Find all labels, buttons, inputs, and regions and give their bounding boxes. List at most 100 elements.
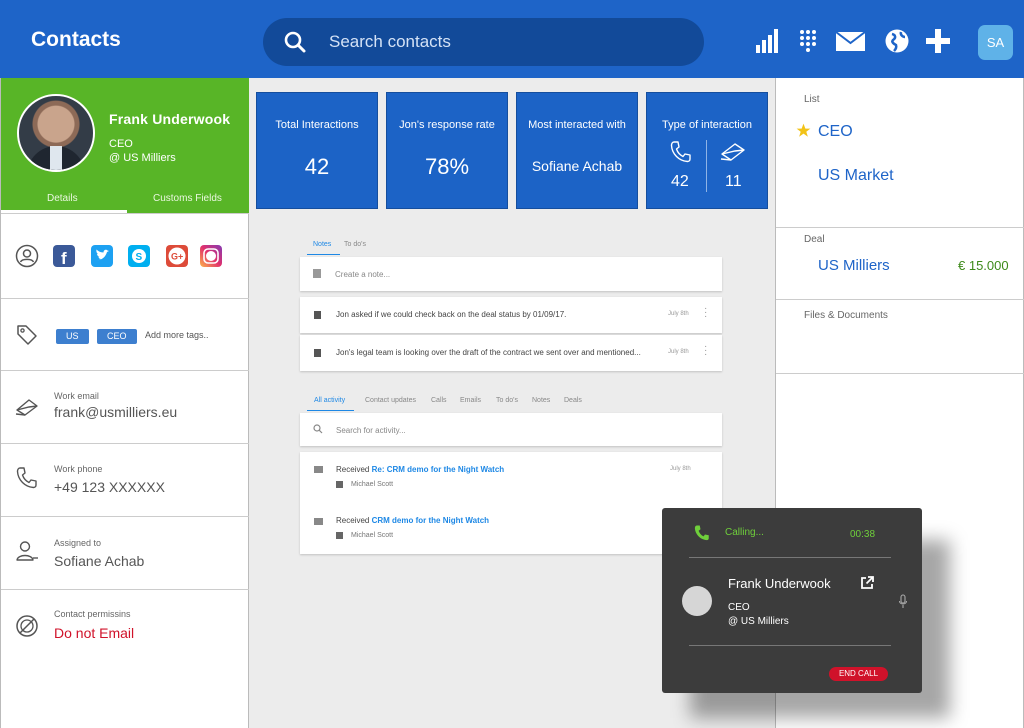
activity-item[interactable]: Received CRM demo for the Night Watch bbox=[336, 516, 489, 525]
search-bar[interactable] bbox=[263, 18, 704, 66]
divider bbox=[689, 557, 891, 558]
user-assign-icon bbox=[16, 541, 38, 561]
svg-text:G+: G+ bbox=[171, 252, 183, 262]
kpi-value: Sofiane Achab bbox=[531, 158, 623, 174]
kpi-divider bbox=[706, 140, 707, 192]
create-note-field[interactable]: Create a note... bbox=[300, 257, 722, 291]
globe-icon[interactable] bbox=[884, 28, 910, 54]
caller-company: @ US Milliers bbox=[728, 616, 789, 627]
tab-emails[interactable]: Emails bbox=[460, 397, 481, 404]
tab-custom-fields[interactable]: Customs Fields bbox=[153, 193, 222, 204]
microphone-icon[interactable] bbox=[898, 594, 908, 610]
tab-todos[interactable]: To do's bbox=[496, 397, 518, 404]
tab-notes[interactable]: Notes bbox=[532, 397, 550, 404]
divider bbox=[776, 227, 1024, 228]
user-avatar bbox=[336, 481, 343, 488]
activity-link[interactable]: CRM demo for the Night Watch bbox=[372, 516, 489, 525]
dialpad-icon[interactable] bbox=[797, 28, 823, 54]
work-phone-row: Work phone +49 123 XXXXXX bbox=[1, 443, 249, 516]
search-input[interactable] bbox=[329, 26, 689, 58]
activity-link[interactable]: Re: CRM demo for the Night Watch bbox=[372, 465, 505, 474]
social-row: f S G+ bbox=[1, 213, 249, 298]
twitter-icon[interactable] bbox=[91, 245, 113, 267]
permissions-row: Contact permissins Do not Email bbox=[1, 589, 249, 728]
list-label: List bbox=[804, 94, 820, 105]
external-link-icon[interactable] bbox=[860, 576, 874, 590]
kpi-interaction-type: Type of interaction 42 11 bbox=[646, 92, 768, 209]
google-plus-icon[interactable]: G+ bbox=[166, 245, 188, 267]
activity-search-placeholder[interactable]: Search for activity... bbox=[336, 426, 406, 435]
active-tab-indicator bbox=[307, 410, 354, 411]
add-tags-link[interactable]: Add more tags.. bbox=[145, 330, 209, 340]
kpi-calls-count: 42 bbox=[671, 173, 689, 190]
list-item-ceo[interactable]: CEO bbox=[818, 123, 853, 141]
assigned-row: Assigned to Sofiane Achab bbox=[1, 516, 249, 589]
activity-user: Michael Scott bbox=[351, 532, 394, 539]
assigned-label: Assigned to bbox=[54, 538, 102, 548]
activity-user: Michael Scott bbox=[351, 481, 394, 488]
svg-text:S: S bbox=[136, 252, 143, 263]
deal-label: Deal bbox=[804, 234, 825, 245]
more-options-icon[interactable]: · · · bbox=[704, 304, 707, 322]
note-icon bbox=[314, 349, 321, 357]
permission-value[interactable]: Do not Email bbox=[54, 625, 134, 641]
phone-icon bbox=[670, 141, 691, 163]
caller-avatar bbox=[682, 586, 712, 616]
search-icon bbox=[313, 424, 323, 434]
work-email-value[interactable]: frank@usmilliers.eu bbox=[54, 404, 177, 420]
user-avatar bbox=[336, 532, 343, 539]
assigned-value[interactable]: Sofiane Achab bbox=[54, 553, 144, 569]
activity-prefix: Received bbox=[336, 465, 370, 474]
kpi-value: 78% bbox=[424, 154, 470, 179]
kpi-label: Most interacted with bbox=[528, 119, 626, 131]
call-status: Calling... bbox=[725, 527, 764, 538]
facebook-icon[interactable]: f bbox=[53, 245, 75, 268]
search-icon bbox=[284, 31, 306, 53]
activity-search[interactable]: Search for activity... bbox=[300, 413, 722, 446]
end-call-button[interactable]: END CALL bbox=[829, 667, 888, 681]
active-tab-indicator bbox=[307, 254, 340, 255]
profile-header: Frank Underwook CEO @ US Milliers Detail… bbox=[1, 78, 249, 213]
note-text: Jon asked if we could check back on the … bbox=[336, 310, 567, 319]
contact-role: CEO bbox=[109, 138, 133, 150]
caller-name: Frank Underwook bbox=[728, 576, 831, 591]
deal-name[interactable]: US Milliers bbox=[818, 257, 890, 274]
call-widget: Calling... 00:38 Frank Underwook CEO @ U… bbox=[662, 508, 922, 693]
note-text: Jon's legal team is looking over the dra… bbox=[336, 348, 641, 357]
tab-all-activity[interactable]: All activity bbox=[314, 397, 345, 404]
bar-chart-icon[interactable] bbox=[755, 28, 781, 54]
instagram-icon[interactable] bbox=[200, 245, 222, 267]
more-options-icon[interactable]: · · · bbox=[704, 342, 707, 360]
note-date: July 8th bbox=[668, 349, 689, 355]
work-phone-label: Work phone bbox=[54, 464, 103, 474]
create-note-placeholder[interactable]: Create a note... bbox=[335, 270, 390, 279]
note-item[interactable]: Jon's legal team is looking over the dra… bbox=[300, 335, 722, 371]
work-phone-value[interactable]: +49 123 XXXXXX bbox=[54, 479, 165, 495]
kpi-value: 42 bbox=[304, 154, 330, 179]
skype-icon[interactable]: S bbox=[128, 245, 150, 267]
contact-company: @ US Milliers bbox=[109, 152, 176, 164]
tab-contact-updates[interactable]: Contact updates bbox=[365, 397, 416, 404]
plus-icon[interactable] bbox=[925, 28, 951, 54]
tab-notes[interactable]: Notes bbox=[313, 241, 331, 248]
kpi-most-interacted: Most interacted with Sofiane Achab bbox=[516, 92, 638, 209]
tab-details[interactable]: Details bbox=[47, 193, 78, 204]
tab-todos[interactable]: To do's bbox=[344, 241, 366, 248]
tag-chip[interactable]: CEO bbox=[97, 329, 137, 344]
app-title: Contacts bbox=[31, 28, 121, 51]
list-item-us-market[interactable]: US Market bbox=[818, 167, 894, 185]
permission-label: Contact permissins bbox=[54, 609, 131, 619]
user-avatar[interactable]: SA bbox=[978, 25, 1013, 60]
files-label: Files & Documents bbox=[804, 310, 888, 321]
divider bbox=[776, 373, 1024, 374]
activity-date: July 8th bbox=[670, 466, 691, 472]
work-email-label: Work email bbox=[54, 391, 99, 401]
activity-item[interactable]: Received Re: CRM demo for the Night Watc… bbox=[336, 465, 504, 474]
caller-role: CEO bbox=[728, 602, 750, 613]
tag-chip[interactable]: US bbox=[56, 329, 89, 344]
mail-icon[interactable] bbox=[835, 28, 866, 54]
tab-calls[interactable]: Calls bbox=[431, 397, 447, 404]
note-item[interactable]: Jon asked if we could check back on the … bbox=[300, 297, 722, 333]
divider bbox=[689, 645, 891, 646]
tab-deals[interactable]: Deals bbox=[564, 397, 582, 404]
